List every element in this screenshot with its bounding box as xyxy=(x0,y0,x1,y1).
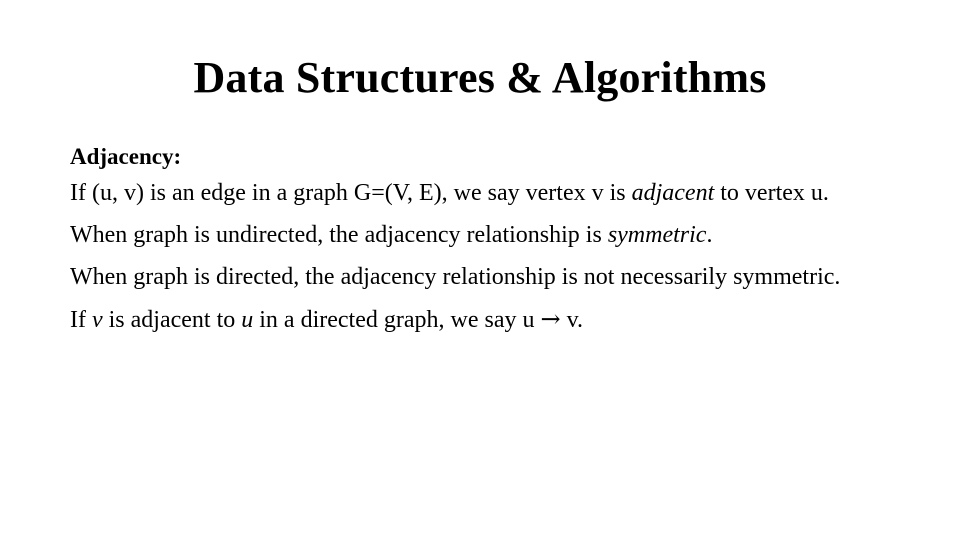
paragraph-2-text-part-2: . xyxy=(706,222,713,248)
paragraph-4-emphasis-u: u xyxy=(241,307,254,333)
paragraph-1-emphasis-adjacent: adjacent xyxy=(631,180,715,206)
paragraph-4-text-part-3: in a directed graph, we say u xyxy=(253,307,541,333)
body-heading-adjacency: Adjacency: xyxy=(70,144,182,169)
paragraph-4-emphasis-v: v xyxy=(91,307,103,333)
page-title: Data Structures & Algorithms xyxy=(193,53,767,102)
slide-canvas: Data Structures & Algorithms Adjacency: … xyxy=(0,0,960,540)
paragraph-4-text-part-4: v. xyxy=(560,307,584,333)
paragraph-3-text: When graph is directed, the adjacency re… xyxy=(70,264,841,290)
paragraph-2-emphasis-symmetric: symmetric xyxy=(607,222,707,248)
paragraph-1-text-part-1: If (u, v) is an edge in a graph G=(V, E)… xyxy=(70,180,632,206)
paragraph-directed-not-symmetric: When graph is directed, the adjacency re… xyxy=(70,262,870,292)
paragraph-4-text-part-1: If xyxy=(70,307,92,333)
paragraph-4-text-part-2: is adjacent to xyxy=(102,307,242,333)
paragraph-undirected-symmetric: When graph is undirected, the adjacency … xyxy=(70,220,870,250)
paragraph-1-text-part-2: to vertex u. xyxy=(714,180,829,206)
paragraph-2-text-part-1: When graph is undirected, the adjacency … xyxy=(70,222,608,248)
right-arrow-icon: → xyxy=(540,305,561,333)
paragraph-directed-notation: If v is adjacent to u in a directed grap… xyxy=(70,304,870,335)
paragraph-adjacency-definition: If (u, v) is an edge in a graph G=(V, E)… xyxy=(70,178,870,208)
slide-body-content: Adjacency: If (u, v) is an edge in a gra… xyxy=(70,142,870,335)
